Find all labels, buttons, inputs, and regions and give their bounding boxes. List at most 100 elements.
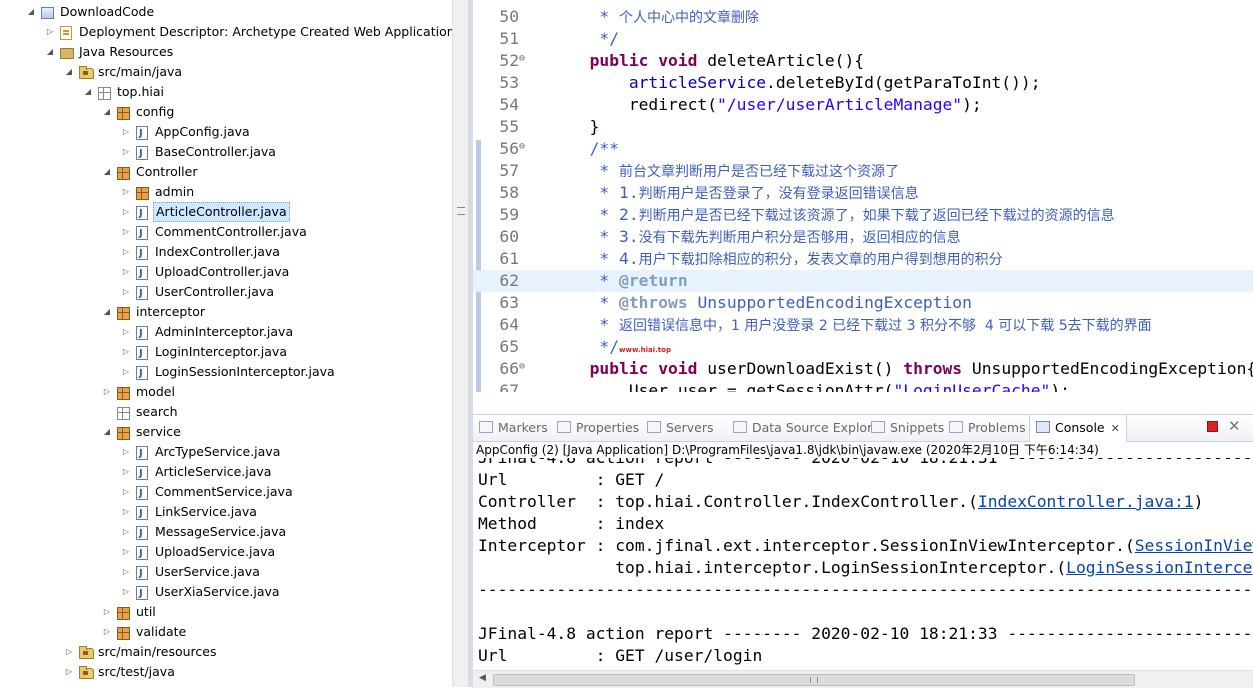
java-file-icon <box>136 364 148 384</box>
code-line[interactable]: 51 */ <box>473 28 1253 50</box>
code-line[interactable]: 59 * 2.判断用户是否已经下载过该资源了，如果下载了返回已经下载过的资源的信… <box>473 204 1253 226</box>
expand-icon[interactable]: ▷ <box>121 242 131 262</box>
java-file-icon <box>136 204 148 224</box>
code-line[interactable]: 63 * @throws UnsupportedEncodingExceptio… <box>473 292 1253 314</box>
expand-icon[interactable]: ▷ <box>121 262 131 282</box>
terminate-button[interactable] <box>1207 421 1218 432</box>
expand-icon[interactable]: ▷ <box>121 482 131 502</box>
source-link[interactable]: LoginSessionInterceptor.java:1 <box>1066 558 1253 577</box>
scroll-left-icon[interactable]: ◀ <box>479 673 486 683</box>
expand-icon[interactable]: ▷ <box>102 382 112 402</box>
tab-properties[interactable]: Properties <box>557 415 639 441</box>
expand-icon[interactable]: ▷ <box>121 442 131 462</box>
tab-problems[interactable]: Problems <box>949 415 1026 441</box>
tab-label: Snippets <box>890 420 945 435</box>
tree-item-label: LoginSessionInterceptor.java <box>155 364 335 379</box>
code-line[interactable]: 66 ⊖ public void userDownloadExist() thro… <box>473 358 1253 380</box>
code-line[interactable]: 60 * 3.没有下载先判断用户积分是否够用，返回相应的信息 <box>473 226 1253 248</box>
fold-toggle-icon[interactable]: ⊖ <box>519 136 525 158</box>
expand-icon[interactable]: ▷ <box>121 502 131 522</box>
line-number: 65 <box>499 337 519 356</box>
scrollbar-thumb[interactable] <box>493 674 1135 686</box>
expand-icon[interactable]: ▷ <box>64 642 74 662</box>
expand-icon[interactable]: ▷ <box>121 582 131 602</box>
code-line[interactable]: 54 redirect("/user/userArticleManage"); <box>473 94 1253 116</box>
line-number: 61 <box>499 249 519 268</box>
empty-package-icon <box>98 87 111 100</box>
expand-icon[interactable]: ▷ <box>121 522 131 542</box>
tree-item-label: src/main/java <box>98 64 183 79</box>
source-link[interactable]: SessionInViewInterceptor.java:1 <box>1135 536 1253 555</box>
tree-item-label: MessageService.java <box>155 524 287 539</box>
collapse-icon[interactable]: ◢ <box>102 102 112 122</box>
tree-item-label: Java Resources <box>79 44 174 59</box>
expand-icon[interactable]: ▷ <box>121 282 131 302</box>
java-file-icon <box>136 564 148 584</box>
code-line[interactable]: 52 ⊖ public void deleteArticle(){ <box>473 50 1253 72</box>
expand-icon[interactable]: ▷ <box>121 462 131 482</box>
expand-icon[interactable]: ▷ <box>64 662 74 682</box>
collapse-icon[interactable]: ◢ <box>102 302 112 322</box>
tree-item-label: src/test/java <box>98 664 175 679</box>
project-explorer[interactable]: ◢ DownloadCode ▷ Deployment Descriptor: Arc… <box>0 0 452 687</box>
collapse-icon[interactable]: ◢ <box>26 2 36 22</box>
collapse-icon[interactable]: ◢ <box>102 422 112 442</box>
expand-icon[interactable]: ▷ <box>102 602 112 622</box>
code-line[interactable]: 56 ⊖ /** <box>473 138 1253 160</box>
java-file-icon <box>136 144 148 164</box>
code-line[interactable]: 57 * 前台文章判断用户是否已经下载过这个资源了 <box>473 160 1253 182</box>
code-line[interactable]: 61 * 4.用户下载扣除相应的积分，发表文章的用户得到想用的积分 <box>473 248 1253 270</box>
console-output[interactable]: JFinal-4.8 action report -------- 2020-0… <box>473 458 1253 670</box>
source-link[interactable]: IndexController.java:1 <box>978 492 1194 511</box>
line-number: 62 <box>499 271 519 290</box>
tree-item-label: IndexController.java <box>155 244 280 259</box>
code-text: * 2.判断用户是否已经下载过该资源了，如果下载了返回已经下载过的资源的信息 <box>570 205 1115 224</box>
code-line[interactable]: 67 User user = getSessionAttr("LoginUser… <box>473 380 1253 392</box>
java-file-icon <box>136 264 148 284</box>
close-tab-icon[interactable]: ✕ <box>1111 422 1120 435</box>
tab-data-source-explorer[interactable]: Data Source Explorer <box>733 415 885 441</box>
expand-icon[interactable]: ▷ <box>121 222 131 242</box>
tree-item-label: search <box>136 404 178 419</box>
line-number: 56 <box>499 139 519 158</box>
line-number: 55 <box>499 117 519 136</box>
collapse-icon[interactable]: ◢ <box>45 42 55 62</box>
fold-toggle-icon[interactable]: ⊖ <box>519 48 525 70</box>
tab-snippets[interactable]: Snippets <box>871 415 944 441</box>
code-line[interactable]: 64 * 返回错误信息中，1 用户没登录 2 已经下载过 3 积分不够 4 可以… <box>473 314 1253 336</box>
expand-icon[interactable]: ▷ <box>121 362 131 382</box>
code-line[interactable]: 55 } <box>473 116 1253 138</box>
expand-icon[interactable]: ▷ <box>121 122 131 142</box>
code-editor[interactable]: 50 * 个人中心中的文章删除 51 */52 ⊖ public void dele… <box>473 0 1253 392</box>
code-line[interactable]: 58 * 1.判断用户是否登录了，没有登录返回错误信息 <box>473 182 1253 204</box>
code-line[interactable]: 53 articleService.deleteById(getParaToIn… <box>473 72 1253 94</box>
tab-markers[interactable]: Markers <box>479 415 548 441</box>
expand-icon[interactable]: ▷ <box>121 542 131 562</box>
package-icon <box>117 307 130 320</box>
expand-icon[interactable]: ▷ <box>121 202 131 222</box>
collapse-icon[interactable]: ◢ <box>64 62 74 82</box>
expand-icon[interactable]: ▷ <box>102 622 112 642</box>
code-line[interactable]: 62 * @return <box>473 270 1253 292</box>
fold-toggle-icon[interactable]: ⊖ <box>519 356 525 378</box>
expand-icon[interactable]: ▷ <box>121 322 131 342</box>
java-resources-icon <box>60 48 74 59</box>
console-horizontal-scrollbar[interactable]: ◀ <box>473 670 1253 688</box>
line-number: 54 <box>499 95 519 114</box>
code-line[interactable]: 65 */www.hiai.top <box>473 336 1253 358</box>
collapse-icon[interactable]: ◢ <box>102 162 112 182</box>
console-line: Url : GET / <box>478 470 665 489</box>
tab-console[interactable]: Console ✕ <box>1029 415 1127 442</box>
tab-servers[interactable]: Servers <box>647 415 714 441</box>
tree-item-label: UploadController.java <box>155 264 290 279</box>
collapse-icon[interactable]: ◢ <box>83 82 93 102</box>
code-line[interactable]: 50 * 个人中心中的文章删除 <box>473 6 1253 28</box>
expand-icon[interactable]: ▷ <box>121 342 131 362</box>
expand-icon[interactable]: ▷ <box>121 182 131 202</box>
expand-icon[interactable]: ▷ <box>45 22 55 42</box>
remove-launch-icon[interactable]: ✕ <box>1228 417 1241 435</box>
expand-icon[interactable]: ▷ <box>121 142 131 162</box>
scrollbar-grip[interactable] <box>457 207 465 215</box>
explorer-vertical-scrollbar[interactable] <box>452 0 469 687</box>
expand-icon[interactable]: ▷ <box>121 562 131 582</box>
